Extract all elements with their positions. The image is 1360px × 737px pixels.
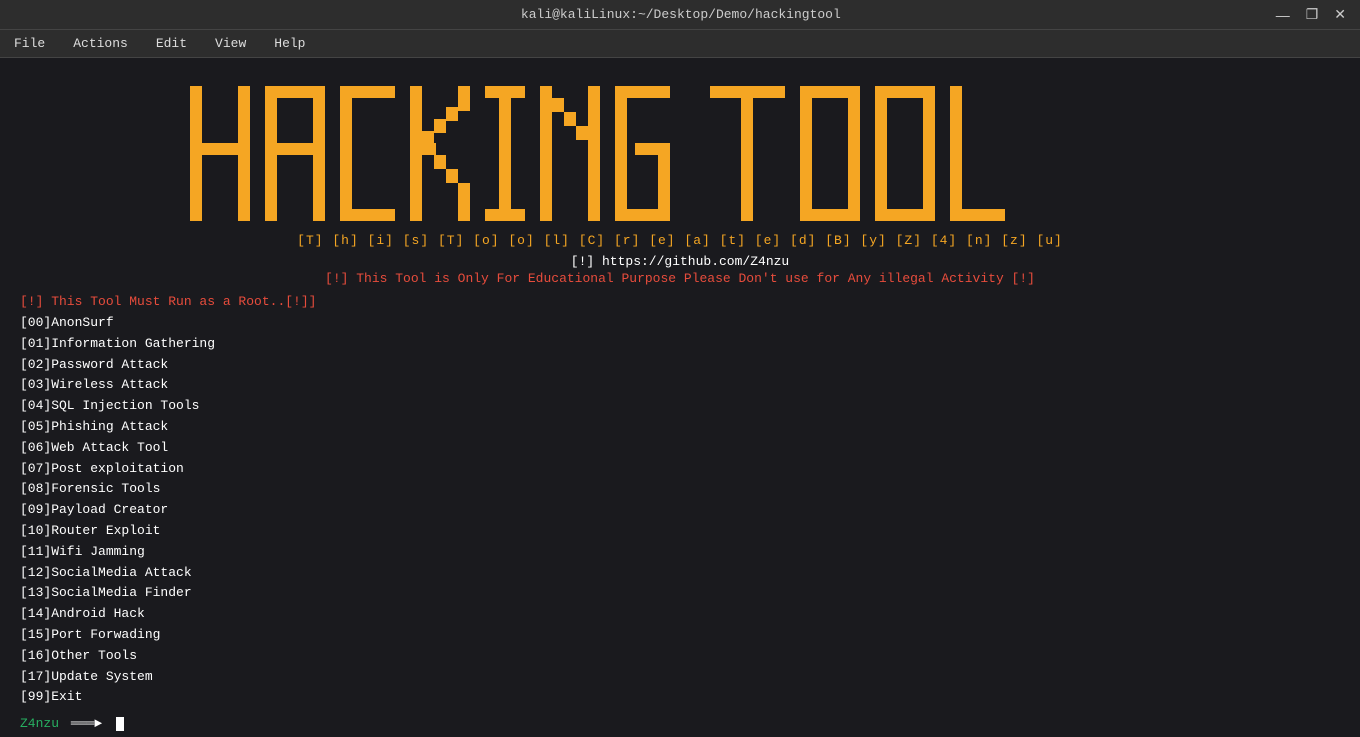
menu-edit[interactable]: Edit [150,34,193,53]
titlebar: kali@kaliLinux:~/Desktop/Demo/hackingtoo… [0,0,1360,30]
menu-list-item: [11]Wifi Jamming [20,542,1348,563]
menu-list-item: [13]SocialMedia Finder [20,583,1348,604]
menu-actions[interactable]: Actions [67,34,134,53]
menu-list: [00]AnonSurf[01]Information Gathering[02… [20,313,1348,708]
menu-help[interactable]: Help [268,34,311,53]
github-link: [!] https://github.com/Z4nzu [12,254,1348,269]
menu-list-item: [06]Web Attack Tool [20,438,1348,459]
menu-list-item: [00]AnonSurf [20,313,1348,334]
prompt-arrow: ═══► [63,716,110,731]
root-warning: [!] This Tool Must Run as a Root..[!]] [20,294,1348,309]
menu-list-item: [17]Update System [20,667,1348,688]
close-button[interactable]: ✕ [1330,6,1350,23]
menu-list-item: [99]Exit [20,687,1348,708]
menu-list-item: [10]Router Exploit [20,521,1348,542]
terminal[interactable]: .px { fill: #f5a623; } [0,58,1360,737]
menu-list-item: [08]Forensic Tools [20,479,1348,500]
menu-list-item: [15]Port Forwading [20,625,1348,646]
warning-text: [!] This Tool is Only For Educational Pu… [12,271,1348,286]
menu-list-item: [04]SQL Injection Tools [20,396,1348,417]
prompt-line: Z4nzu ═══► [20,716,1348,731]
subtitle-chars: [T] [h] [i] [s] [T] [o] [o] [l] [C] [r] … [12,233,1348,248]
menu-list-item: [16]Other Tools [20,646,1348,667]
menu-list-item: [07]Post exploitation [20,459,1348,480]
menubar: File Actions Edit View Help [0,30,1360,58]
menu-list-item: [03]Wireless Attack [20,375,1348,396]
prompt-user: Z4nzu [20,716,59,731]
titlebar-title: kali@kaliLinux:~/Desktop/Demo/hackingtoo… [90,7,1272,22]
maximize-button[interactable]: ❐ [1302,6,1323,23]
menu-list-item: [09]Payload Creator [20,500,1348,521]
menu-view[interactable]: View [209,34,252,53]
menu-list-item: [14]Android Hack [20,604,1348,625]
ascii-art-title: .px { fill: #f5a623; } [12,76,1348,231]
menu-list-item: [01]Information Gathering [20,334,1348,355]
hacking-tool-svg: .px { fill: #f5a623; } [180,76,1180,231]
menu-list-item: [02]Password Attack [20,355,1348,376]
menu-list-item: [12]SocialMedia Attack [20,563,1348,584]
cursor-block [116,717,124,731]
menu-list-item: [05]Phishing Attack [20,417,1348,438]
titlebar-controls: — ❐ ✕ [1272,6,1350,23]
menu-file[interactable]: File [8,34,51,53]
minimize-button[interactable]: — [1272,6,1294,23]
